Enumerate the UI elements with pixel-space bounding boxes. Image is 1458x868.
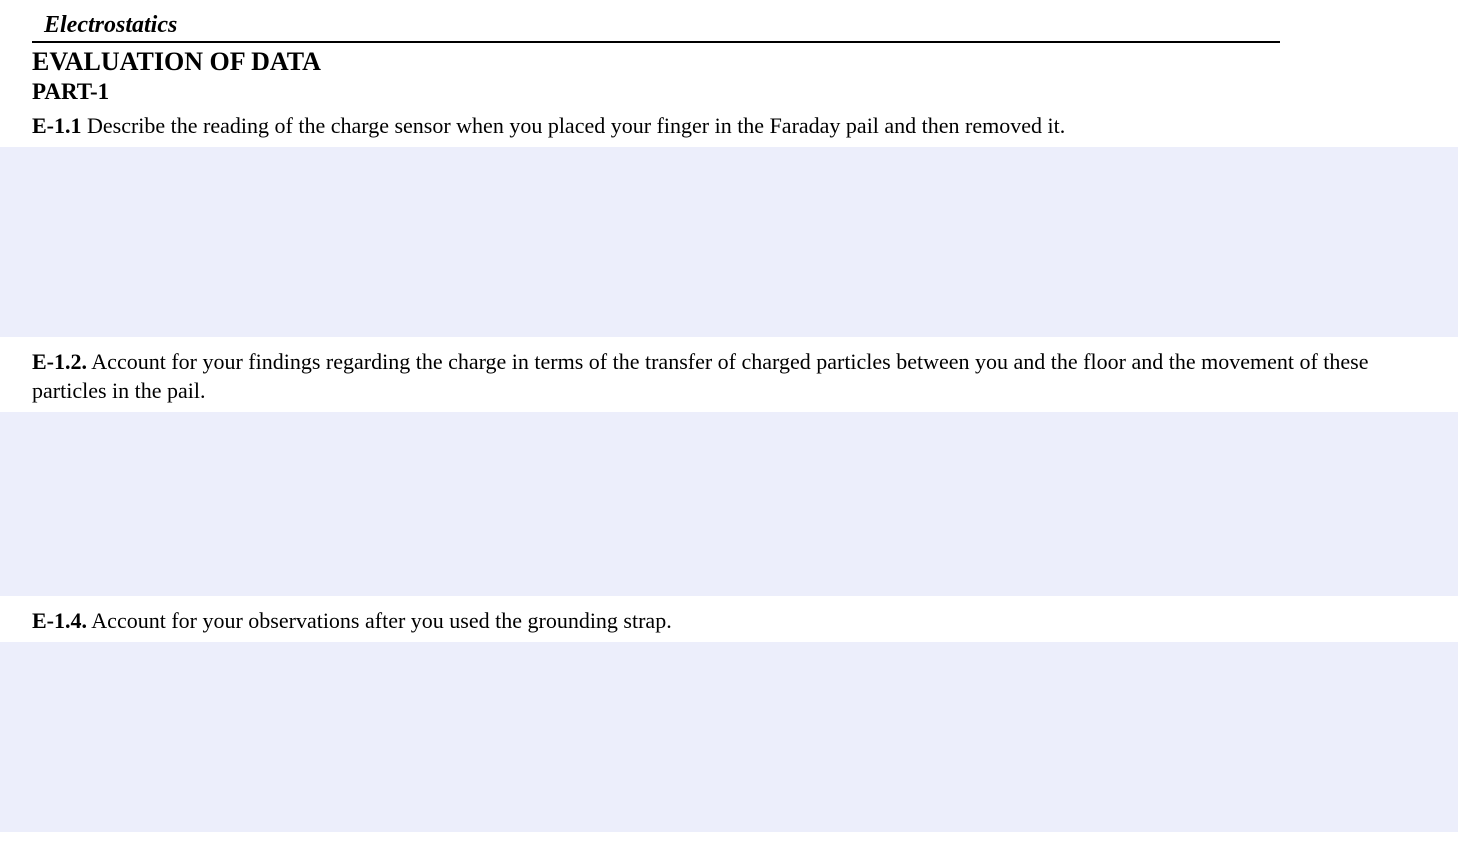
document-header-title: Electrostatics [44, 12, 1458, 39]
part-title: PART-1 [32, 79, 1458, 105]
question-text-3: E-1.4. Account for your observations aft… [0, 596, 1458, 642]
answer-area-2[interactable] [0, 412, 1458, 596]
question-number-2: E-1.2. [32, 349, 87, 374]
question-text-1: E-1.1 Describe the reading of the charge… [0, 111, 1458, 147]
section-title: EVALUATION OF DATA [32, 47, 1458, 77]
question-number-1: E-1.1 [32, 113, 82, 138]
answer-area-1[interactable] [0, 147, 1458, 337]
question-number-3: E-1.4. [32, 608, 87, 633]
document-page: Electrostatics EVALUATION OF DATA PART-1… [0, 0, 1458, 832]
question-body-2: Account for your findings regarding the … [32, 349, 1368, 404]
question-block-3: E-1.4. Account for your observations aft… [0, 596, 1458, 832]
question-block-1: E-1.1 Describe the reading of the charge… [0, 111, 1458, 337]
answer-area-3[interactable] [0, 642, 1458, 832]
question-block-2: E-1.2. Account for your findings regardi… [0, 337, 1458, 596]
header-underline [32, 41, 1280, 43]
question-body-3: Account for your observations after you … [87, 608, 672, 633]
question-body-1: Describe the reading of the charge senso… [82, 113, 1066, 138]
question-text-2: E-1.2. Account for your findings regardi… [0, 337, 1458, 412]
